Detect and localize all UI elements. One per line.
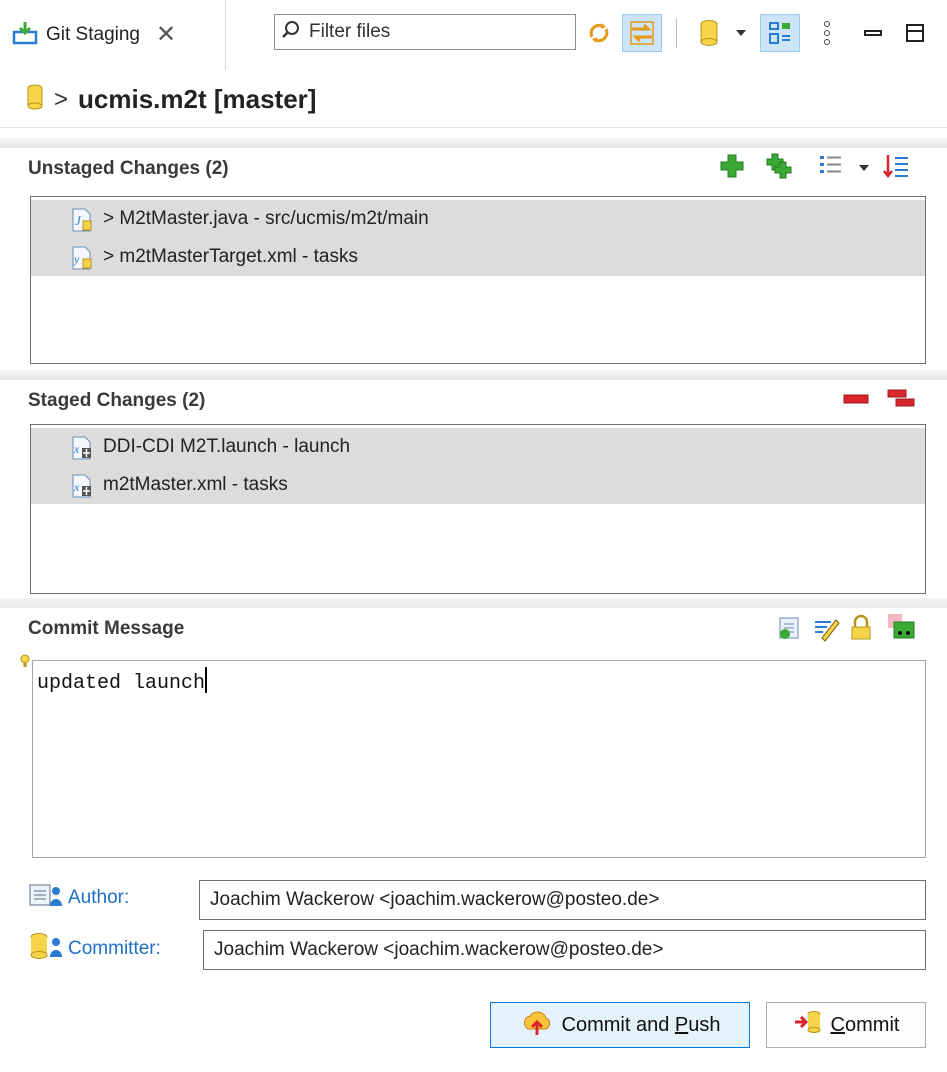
- commit-message-input[interactable]: updated launch: [32, 660, 926, 858]
- change-id-icon[interactable]: [886, 612, 920, 644]
- author-link[interactable]: Author:: [28, 882, 129, 914]
- cloud-upload-icon: [520, 1007, 554, 1043]
- svg-text:x: x: [73, 480, 80, 494]
- repository-icon: [26, 83, 44, 116]
- staged-changes-list[interactable]: x DDI-CDI M2T.launch - launch x m2tMaste…: [30, 424, 926, 594]
- tab-title: Git Staging: [46, 24, 140, 45]
- commit-message-text: updated launch: [37, 672, 206, 695]
- committer-field[interactable]: Joachim Wackerow <joachim.wackerow@poste…: [203, 930, 926, 970]
- minimize-icon[interactable]: [860, 14, 886, 52]
- unstage-selected-icon[interactable]: [842, 388, 874, 412]
- stage-selected-icon[interactable]: [718, 152, 748, 182]
- search-icon: [281, 20, 301, 45]
- toolbar-separator: [676, 18, 677, 48]
- section-divider: [0, 598, 947, 608]
- file-label: DDI-CDI M2T.launch - launch: [103, 436, 351, 457]
- close-icon[interactable]: ✕: [156, 23, 176, 47]
- tab-git-staging[interactable]: Git Staging ✕: [0, 0, 226, 70]
- maximize-icon[interactable]: [902, 14, 928, 52]
- file-label: > M2tMaster.java - src/ucmis/m2t/main: [103, 208, 429, 229]
- author-field[interactable]: Joachim Wackerow <joachim.wackerow@poste…: [199, 880, 926, 920]
- commit-icon: [793, 1009, 823, 1041]
- commit-and-push-label: Commit and Push: [561, 1013, 721, 1036]
- committer-value: Joachim Wackerow <joachim.wackerow@poste…: [214, 939, 664, 960]
- author-value: Joachim Wackerow <joachim.wackerow@poste…: [210, 889, 660, 910]
- repository-title-bar: > ucmis.m2t [master]: [0, 72, 947, 128]
- filter-files-input-box[interactable]: [274, 14, 576, 50]
- lock-icon[interactable]: [848, 614, 878, 644]
- repository-prefix: >: [54, 85, 69, 113]
- commit-and-push-button[interactable]: Commit and Push: [490, 1002, 750, 1048]
- committer-label: Committer:: [68, 938, 161, 959]
- section-divider: [0, 138, 947, 148]
- filter-files-input[interactable]: [307, 20, 567, 44]
- repository-icon[interactable]: [694, 14, 724, 52]
- file-label: > m2tMasterTarget.xml - tasks: [103, 246, 358, 267]
- signed-off-icon[interactable]: [812, 614, 842, 644]
- chevron-down-icon[interactable]: [732, 14, 750, 52]
- svg-text:y: y: [73, 252, 80, 266]
- author-label: Author:: [68, 887, 130, 908]
- stage-all-icon[interactable]: [764, 152, 798, 182]
- view-menu-icon[interactable]: [816, 14, 838, 52]
- list-item[interactable]: y > m2tMasterTarget.xml - tasks: [31, 238, 925, 276]
- unstaged-changes-header: Unstaged Changes (2): [28, 158, 229, 179]
- commit-button[interactable]: Commit: [766, 1002, 926, 1048]
- author-icon: [28, 882, 64, 914]
- content-assist-hint-icon: [20, 654, 30, 668]
- unstaged-changes-list[interactable]: J > M2tMaster.java - src/ucmis/m2t/main …: [30, 196, 926, 364]
- unstage-all-icon[interactable]: [886, 386, 920, 414]
- amend-icon[interactable]: [776, 614, 806, 644]
- commit-label: Commit: [830, 1013, 900, 1036]
- link-selection-icon[interactable]: [622, 14, 662, 52]
- list-item[interactable]: J > M2tMaster.java - src/ucmis/m2t/main: [31, 200, 925, 238]
- committer-link[interactable]: Committer:: [28, 932, 161, 966]
- git-staging-icon: [12, 20, 38, 51]
- sort-icon[interactable]: [882, 152, 916, 182]
- layout-toggle-icon[interactable]: [760, 14, 800, 52]
- list-item[interactable]: x m2tMaster.xml - tasks: [31, 466, 925, 504]
- list-item[interactable]: x DDI-CDI M2T.launch - launch: [31, 428, 925, 466]
- staged-changes-header: Staged Changes (2): [28, 390, 206, 411]
- svg-text:x: x: [73, 442, 80, 456]
- committer-icon: [28, 932, 64, 966]
- xml-file-icon: x: [71, 474, 93, 504]
- refresh-icon[interactable]: [582, 14, 616, 52]
- presentation-list-icon[interactable]: [818, 152, 852, 182]
- text-caret: [205, 667, 208, 693]
- launch-file-icon: x: [71, 436, 93, 466]
- java-file-icon: J: [71, 208, 93, 238]
- repository-name: ucmis.m2t [master]: [78, 84, 317, 114]
- section-divider: [0, 370, 947, 380]
- chevron-down-icon[interactable]: [858, 160, 874, 174]
- commit-message-header: Commit Message: [28, 618, 185, 639]
- xml-file-icon: y: [71, 246, 93, 276]
- file-label: m2tMaster.xml - tasks: [103, 474, 288, 495]
